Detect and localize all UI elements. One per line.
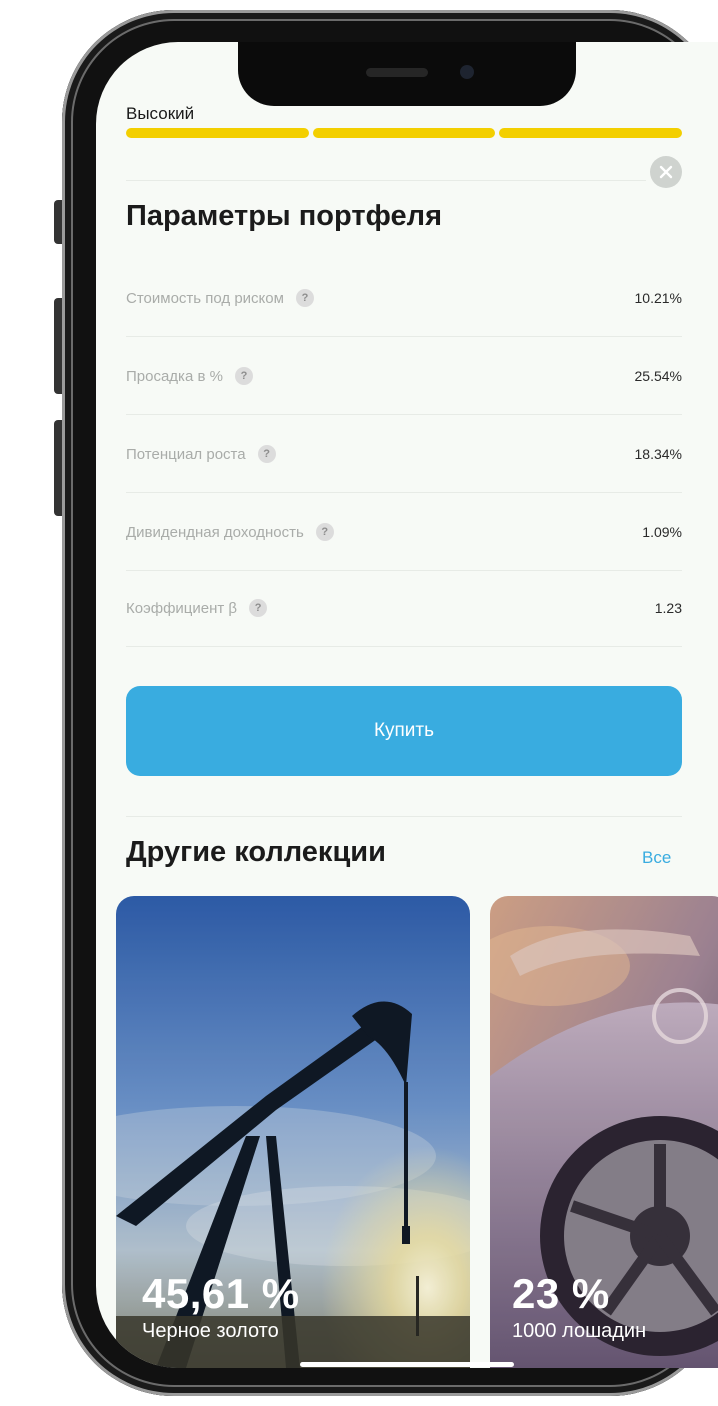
risk-bar-segment bbox=[312, 128, 496, 138]
collection-name: Черное золото bbox=[142, 1320, 279, 1342]
speaker-grille bbox=[366, 68, 428, 77]
portfolio-params-title: Параметры портфеля bbox=[126, 200, 442, 232]
front-camera bbox=[460, 65, 474, 79]
divider bbox=[126, 646, 682, 647]
collection-card-black-gold[interactable]: 45,61 % Черное золото bbox=[116, 896, 470, 1368]
home-indicator[interactable] bbox=[300, 1362, 514, 1367]
param-value: 1.23 bbox=[654, 600, 682, 616]
collection-name: 1000 лошадин bbox=[512, 1320, 647, 1342]
param-row-drawdown: Просадка в % ? 25.54% bbox=[126, 356, 682, 396]
param-label: Коэффициент β bbox=[126, 599, 238, 617]
param-value: 18.34% bbox=[634, 446, 682, 462]
risk-bar-segment bbox=[499, 128, 683, 138]
help-icon[interactable]: ? bbox=[257, 445, 276, 463]
param-value: 10.21% bbox=[634, 290, 682, 306]
divider bbox=[126, 816, 682, 817]
divider bbox=[126, 180, 646, 181]
help-icon[interactable]: ? bbox=[315, 523, 334, 541]
risk-level-bar bbox=[126, 128, 683, 138]
divider bbox=[126, 570, 682, 571]
collection-return: 45,61 % bbox=[142, 1270, 300, 1317]
close-button[interactable] bbox=[650, 156, 682, 188]
collection-return: 23 % bbox=[512, 1270, 610, 1317]
divider bbox=[126, 336, 682, 337]
param-value: 25.54% bbox=[634, 368, 682, 384]
param-label: Дивидендная доходность bbox=[126, 523, 304, 541]
divider bbox=[126, 414, 682, 415]
param-row-dividend: Дивидендная доходность ? 1.09% bbox=[126, 512, 682, 552]
param-label: Потенциал роста bbox=[126, 445, 246, 463]
risk-bar-segment bbox=[126, 128, 309, 138]
param-value: 1.09% bbox=[642, 524, 682, 540]
param-row-growth: Потенциал роста ? 18.34% bbox=[126, 434, 682, 474]
close-icon bbox=[659, 165, 673, 179]
param-label: Стоимость под риском bbox=[126, 289, 284, 307]
help-icon[interactable]: ? bbox=[295, 289, 314, 307]
buy-button[interactable]: Купить bbox=[126, 686, 682, 776]
help-icon[interactable]: ? bbox=[249, 599, 268, 617]
param-row-beta: Коэффициент β ? 1.23 bbox=[126, 588, 682, 628]
see-all-link[interactable]: Все bbox=[642, 848, 671, 868]
help-icon[interactable]: ? bbox=[234, 367, 253, 385]
param-row-var: Стоимость под риском ? 10.21% bbox=[126, 278, 682, 318]
other-collections-title: Другие коллекции bbox=[126, 836, 386, 868]
param-label: Просадка в % bbox=[126, 367, 223, 385]
divider bbox=[126, 492, 682, 493]
phone-notch bbox=[238, 42, 576, 106]
collection-card-1000-horses[interactable]: 23 % 1000 лошадин bbox=[490, 896, 718, 1368]
app-screen: Высокий Параметры портфеля Стоимость под… bbox=[96, 42, 718, 1368]
risk-level-label: Высокий bbox=[126, 104, 195, 123]
